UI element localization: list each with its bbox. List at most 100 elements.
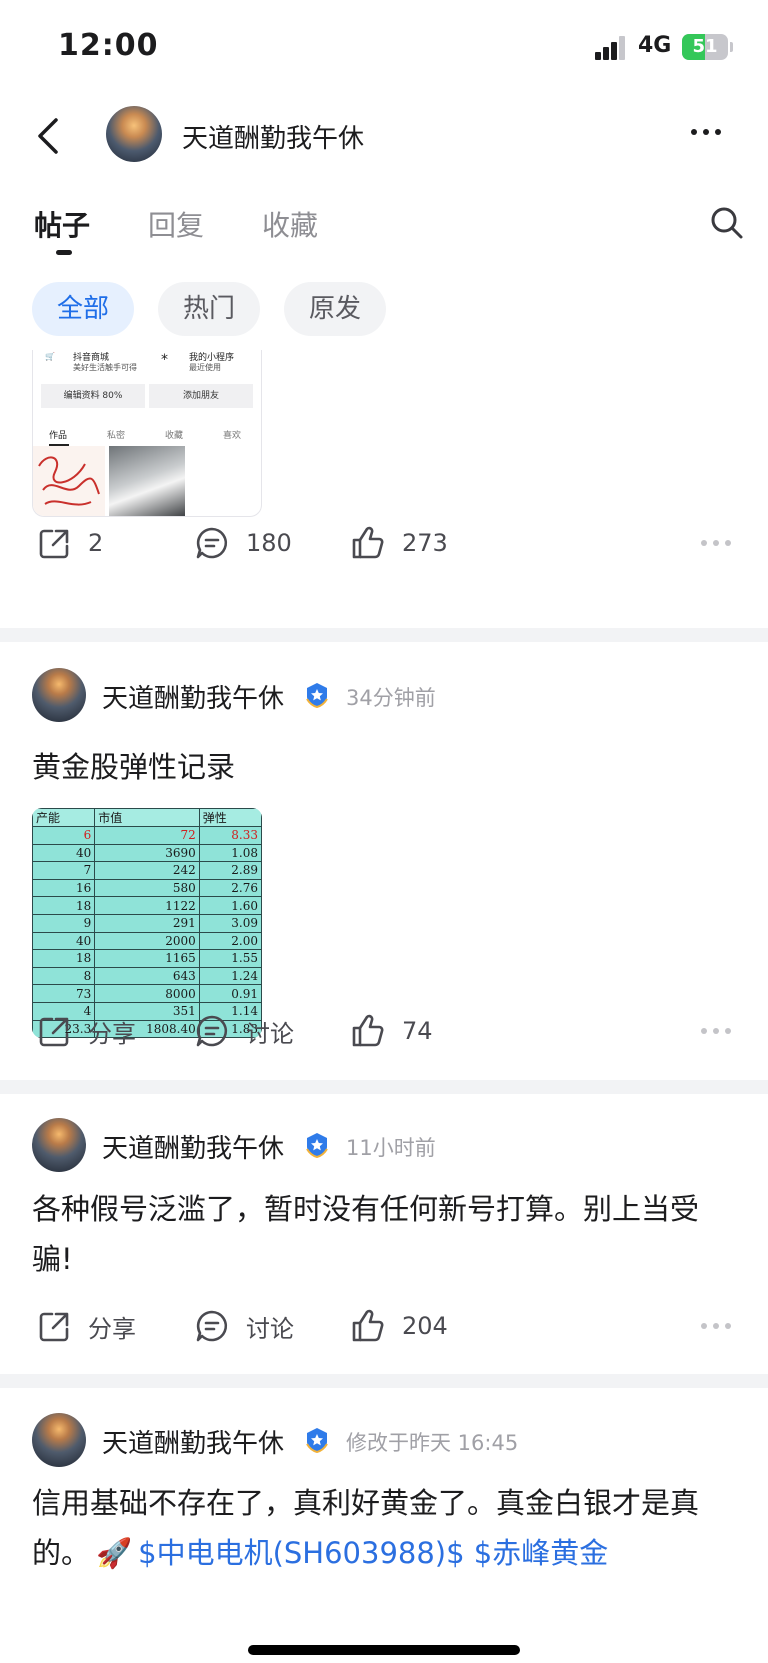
- post-more-icon[interactable]: [700, 1026, 732, 1036]
- post-actions: 2 180 273: [0, 518, 768, 568]
- sheet-row: 8 643 1.24: [32, 966, 262, 986]
- post-text[interactable]: 信用基础不存在了，真利好黄金了。真金白银才是真的。 🚀 $中电电机(SH603988…: [32, 1478, 736, 1578]
- post-feed: 🛒 抖音商城 美好生活触手可得 * 我的小程序 最近使用 编辑资料 80% 添加…: [0, 350, 768, 1663]
- author-avatar[interactable]: [32, 1118, 86, 1172]
- comment-icon: [196, 1310, 228, 1342]
- post-author-row: 天道酬勤我午休 34分钟前: [0, 668, 768, 724]
- back-button[interactable]: [30, 114, 70, 158]
- feed-divider: [0, 1080, 768, 1094]
- sheet-row: 6 72 8.33: [32, 826, 262, 845]
- status-bar: 12:00 4G 51: [0, 0, 768, 96]
- sheet-cell: 1.24: [198, 966, 262, 986]
- sheet-cell: 3.09: [198, 913, 262, 933]
- post-actions: 分享 讨论 74: [0, 1006, 768, 1056]
- sheet-cell: 1165: [94, 949, 200, 968]
- share-icon: [39, 529, 69, 559]
- sheet-row: 18 1165 1.55: [32, 949, 262, 968]
- battery-level: 51: [692, 36, 718, 57]
- comment-button[interactable]: 180: [194, 518, 292, 568]
- thumb-tab-fav: 收藏: [165, 431, 184, 441]
- share-button[interactable]: 分享: [36, 1006, 136, 1056]
- post-author-row: 天道酬勤我午休 修改于昨天 16:45: [0, 1413, 768, 1469]
- share-count: 2: [88, 529, 104, 557]
- sheet-cell: 40: [32, 931, 96, 951]
- network-type: 4G: [638, 33, 672, 58]
- chip-all[interactable]: 全部: [32, 282, 134, 336]
- content-tabs: 帖子 回复 收藏: [0, 196, 768, 256]
- comment-label: 讨论: [246, 1019, 294, 1048]
- post-text[interactable]: 黄金股弹性记录: [32, 742, 736, 792]
- sheet-cell: 2.00: [198, 931, 262, 951]
- signal-icon: [595, 36, 627, 60]
- comment-button[interactable]: 讨论: [194, 1301, 294, 1351]
- share-button[interactable]: 2: [36, 518, 103, 568]
- post-more-icon[interactable]: [700, 538, 732, 548]
- sheet-cell: 73: [32, 984, 96, 1003]
- thumbs-up-icon: [352, 1309, 384, 1342]
- post-image-screenshot[interactable]: 🛒 抖音商城 美好生活触手可得 * 我的小程序 最近使用 编辑资料 80% 添加…: [32, 350, 262, 517]
- thumbs-up-icon: [352, 1014, 384, 1047]
- like-count: 273: [402, 529, 448, 557]
- sheet-row: 9 291 3.09: [32, 913, 262, 933]
- author-name[interactable]: 天道酬勤我午休: [102, 678, 284, 715]
- handwriting-scribble: [38, 456, 100, 506]
- search-button[interactable]: [710, 206, 744, 240]
- comment-button[interactable]: 讨论: [194, 1006, 294, 1056]
- sheet-row: 73 8000 0.91: [32, 984, 262, 1003]
- sheet-cell: 8.33: [198, 826, 262, 845]
- rocket-emoji: 🚀: [96, 1536, 133, 1570]
- post-author-row: 天道酬勤我午休 11小时前: [0, 1118, 768, 1174]
- tab-active-indicator: [56, 250, 72, 255]
- comment-label: 讨论: [246, 1314, 294, 1343]
- status-time: 12:00: [58, 28, 159, 63]
- like-button[interactable]: 74: [350, 1006, 433, 1056]
- sheet-cell: 8: [32, 966, 96, 986]
- sheet-header-cell: 市值: [94, 808, 200, 827]
- post-image-spreadsheet[interactable]: 产能 市值 弹性 6 72 8.33 40 3690 1.08 7 242 2.89 16 580 2.76…: [32, 808, 262, 1038]
- thumb-row1-sub: 美好生活触手可得: [73, 363, 137, 372]
- author-name[interactable]: 天道酬勤我午休: [102, 1128, 284, 1165]
- tab-replies[interactable]: 回复: [148, 204, 204, 244]
- comment-icon: [196, 1015, 228, 1047]
- post-more-icon[interactable]: [700, 1321, 732, 1331]
- sheet-cell: 72: [94, 826, 200, 845]
- more-button[interactable]: [688, 120, 724, 144]
- chevron-left-icon: [38, 118, 58, 154]
- stock-link[interactable]: $中电电机(SH603988)$: [138, 1536, 464, 1570]
- comment-icon: [196, 527, 228, 559]
- tab-favorites[interactable]: 收藏: [262, 204, 318, 244]
- sheet-cell: 2000: [94, 931, 200, 951]
- sheet-cell: 1.60: [198, 896, 262, 915]
- sheet-row: 40 2000 2.00: [32, 931, 262, 951]
- share-button[interactable]: 分享: [36, 1301, 136, 1351]
- chip-original[interactable]: 原发: [284, 282, 386, 336]
- author-name[interactable]: 天道酬勤我午休: [102, 1423, 284, 1460]
- post-actions: 分享 讨论 204: [0, 1301, 768, 1351]
- sheet-cell: 1.08: [198, 843, 262, 863]
- author-avatar[interactable]: [32, 1413, 86, 1467]
- post-text[interactable]: 各种假号泛滥了，暂时没有任何新号打算。别上当受骗!: [32, 1184, 736, 1284]
- sheet-cell: 1.55: [198, 949, 262, 968]
- sheet-row: 7 242 2.89: [32, 861, 262, 880]
- sheet-cell: 580: [94, 878, 200, 898]
- battery-icon: 51: [682, 34, 728, 60]
- stock-link[interactable]: $赤峰黄金: [474, 1536, 608, 1570]
- author-avatar[interactable]: [32, 668, 86, 722]
- share-icon: [39, 1312, 69, 1342]
- sheet-header-row: 产能 市值 弹性: [32, 808, 262, 827]
- filter-chips: 全部 热门 原发: [0, 282, 768, 338]
- thumb-add-button: 添加朋友: [149, 384, 253, 408]
- like-button[interactable]: 273: [350, 518, 448, 568]
- sheet-cell: 291: [94, 913, 200, 933]
- like-count: 74: [402, 1017, 433, 1045]
- chip-hot[interactable]: 热门: [158, 282, 260, 336]
- sheet-cell: 9: [32, 913, 96, 933]
- header-avatar[interactable]: [106, 106, 162, 162]
- sheet-row: 18 1122 1.60: [32, 896, 262, 915]
- tab-posts[interactable]: 帖子: [34, 204, 90, 244]
- spreadsheet-table: 产能 市值 弹性 6 72 8.33 40 3690 1.08 7 242 2.89 16 580 2.76…: [32, 808, 262, 1038]
- sheet-cell: 40: [32, 843, 96, 863]
- sheet-cell: 7: [32, 861, 96, 880]
- thumb-tab-private: 私密: [107, 431, 126, 441]
- like-button[interactable]: 204: [350, 1301, 448, 1351]
